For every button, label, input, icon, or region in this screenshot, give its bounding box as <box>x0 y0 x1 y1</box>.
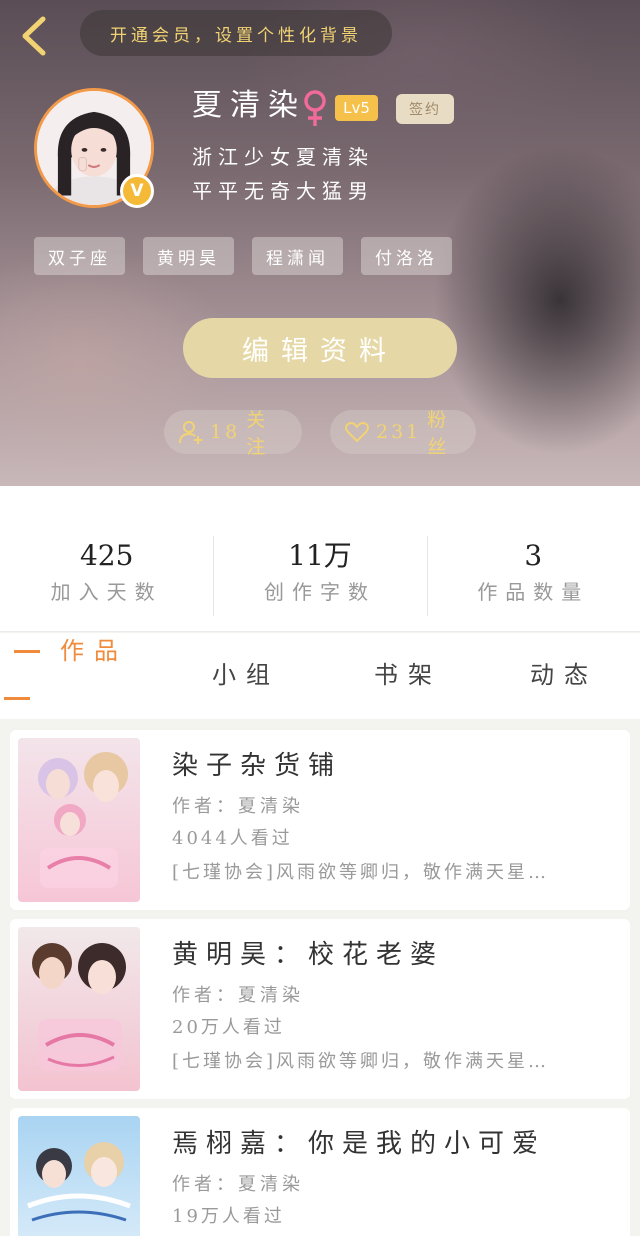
stat-label: 作品数量 <box>477 580 590 604</box>
profile-header: 开通会员，设置个性化背景 V 夏清染 Lv5 签约 浙江少女夏清染 平平无奇大猛… <box>0 0 640 486</box>
book-description: [七瑾协会]风雨欲等卿归，敬作满天星… <box>172 862 550 883</box>
add-user-icon <box>179 421 202 444</box>
female-gender-icon <box>304 90 326 126</box>
book-title: 染子杂货铺 <box>172 751 343 781</box>
book-description: [七瑾协会]风雨欲等卿归，敬作满天星… <box>172 1051 550 1072</box>
stat-label: 加入天数 <box>50 580 163 604</box>
book-views: 20万人看过 <box>172 1017 285 1038</box>
fans-count: 231 <box>376 421 422 443</box>
book-card[interactable]: 染子杂货铺 作者：夏清染 4044人看过 [七瑾协会]风雨欲等卿归，敬作满天星… <box>10 730 630 910</box>
back-button[interactable] <box>14 12 54 60</box>
book-views: 4044人看过 <box>172 828 293 849</box>
tag-item[interactable]: 付洛洛 <box>361 237 452 275</box>
bio-line-2: 平平无奇大猛男 <box>192 179 374 203</box>
book-title: 焉栩嘉：你是我的小可爱 <box>172 1129 547 1159</box>
stat-value: 3 <box>524 539 543 572</box>
book-card[interactable]: 黄明昊：校花老婆 作者：夏清染 20万人看过 [七瑾协会]风雨欲等卿归，敬作满天… <box>10 919 630 1099</box>
book-cover-image <box>18 927 140 1091</box>
active-tab-indicator <box>4 697 30 700</box>
book-list: 染子杂货铺 作者：夏清染 4044人看过 [七瑾协会]风雨欲等卿归，敬作满天星…… <box>0 719 640 1236</box>
book-cover[interactable] <box>18 1116 140 1236</box>
tab-bookshelf[interactable]: 书架 <box>374 660 442 690</box>
fans-button[interactable]: 231 粉丝 <box>330 409 476 458</box>
active-tab-indicator <box>14 650 40 653</box>
book-author: 作者：夏清染 <box>172 985 304 1006</box>
following-count: 18 <box>210 421 241 443</box>
book-cover-image <box>18 738 140 902</box>
following-label: 关注 <box>246 409 269 458</box>
book-title: 黄明昊：校花老婆 <box>172 940 445 970</box>
stat-word-count: 11万 创作字数 <box>213 486 426 631</box>
book-author: 作者：夏清染 <box>172 1174 304 1195</box>
tab-works[interactable]: 作品 <box>60 636 128 666</box>
fans-label: 粉丝 <box>427 409 450 458</box>
edit-profile-button[interactable]: 编辑资料 <box>183 318 457 378</box>
tag-item[interactable]: 黄明昊 <box>143 237 234 275</box>
following-button[interactable]: 18 关注 <box>164 409 302 458</box>
vip-banner[interactable]: 开通会员，设置个性化背景 <box>80 10 392 56</box>
stat-works-count: 3 作品数量 <box>426 486 640 631</box>
book-cover[interactable] <box>18 738 140 902</box>
chevron-left-icon <box>22 16 46 56</box>
tag-list: 双子座 黄明昊 程潇闻 付洛洛 <box>34 237 452 275</box>
tag-item[interactable]: 程潇闻 <box>252 237 343 275</box>
stat-value: 425 <box>79 539 134 572</box>
book-author: 作者：夏清染 <box>172 796 304 817</box>
verified-badge: V <box>120 174 154 208</box>
book-views: 19万人看过 <box>172 1206 285 1227</box>
username: 夏清染 <box>192 88 306 123</box>
level-badge: Lv5 <box>335 95 378 121</box>
signed-author-badge: 签约 <box>396 94 454 124</box>
stat-value: 11万 <box>288 539 352 572</box>
stat-label: 创作字数 <box>263 580 376 604</box>
book-cover[interactable] <box>18 927 140 1091</box>
stats-panel: 425 加入天数 11万 创作字数 3 作品数量 <box>0 486 640 632</box>
book-cover-image <box>18 1116 140 1236</box>
heart-icon <box>345 422 369 443</box>
bio-line-1: 浙江少女夏清染 <box>192 145 374 169</box>
stat-join-days: 425 加入天数 <box>0 486 213 631</box>
tag-item[interactable]: 双子座 <box>34 237 125 275</box>
book-card[interactable]: 焉栩嘉：你是我的小可爱 作者：夏清染 19万人看过 <box>10 1108 630 1236</box>
tab-groups[interactable]: 小组 <box>212 660 280 690</box>
tab-feed[interactable]: 动态 <box>530 660 598 690</box>
